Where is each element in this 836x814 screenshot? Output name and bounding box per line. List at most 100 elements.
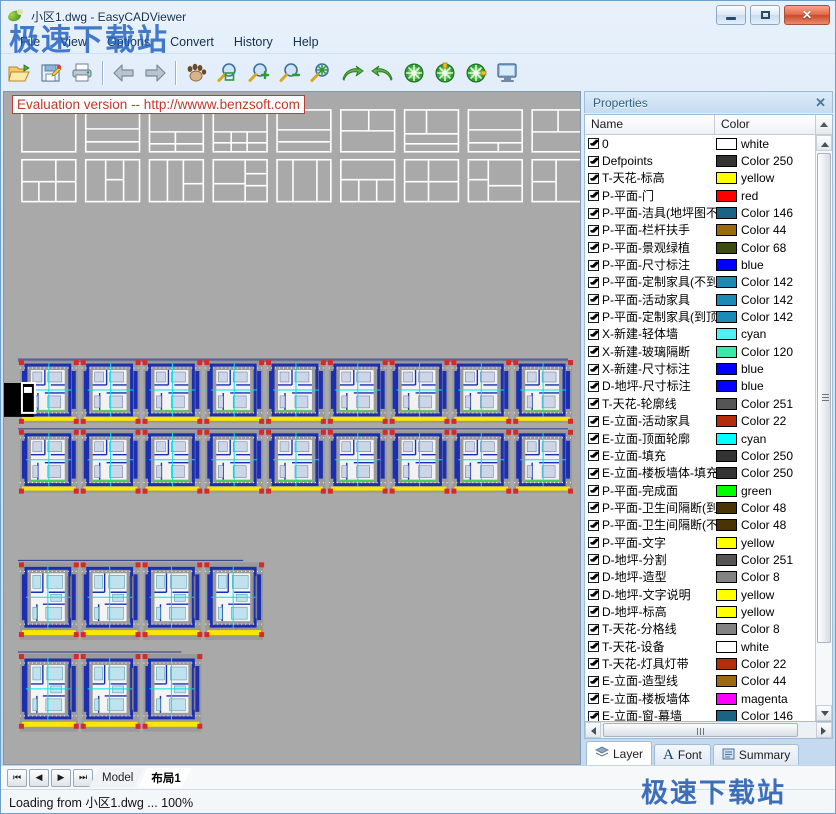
layer-color-swatch[interactable] bbox=[716, 710, 737, 721]
scroll-down-arrow[interactable] bbox=[816, 705, 832, 721]
minimize-button[interactable] bbox=[716, 5, 746, 25]
layer-visibility-checkbox[interactable] bbox=[588, 225, 599, 236]
layer-color-swatch[interactable] bbox=[716, 641, 737, 653]
layer-visibility-checkbox[interactable] bbox=[588, 711, 599, 721]
layer-visibility-checkbox[interactable] bbox=[588, 190, 599, 201]
layer-color-swatch[interactable] bbox=[716, 155, 737, 167]
layer-color-swatch[interactable] bbox=[716, 172, 737, 184]
layer-color-swatch[interactable] bbox=[716, 519, 737, 531]
layer-visibility-checkbox[interactable] bbox=[588, 260, 599, 271]
layer-horizontal-scrollbar[interactable] bbox=[584, 722, 833, 739]
zoom-out-icon[interactable] bbox=[275, 58, 305, 88]
layer-row[interactable]: P-平面-门red bbox=[585, 187, 815, 204]
tab-summary[interactable]: Summary bbox=[713, 744, 799, 765]
layer-row[interactable]: P-平面-活动家具Color 142 bbox=[585, 291, 815, 308]
layer-row[interactable]: D-地坪-造型Color 8 bbox=[585, 569, 815, 586]
layer-visibility-checkbox[interactable] bbox=[588, 676, 599, 687]
render-left-icon[interactable] bbox=[461, 58, 491, 88]
layer-visibility-checkbox[interactable] bbox=[588, 624, 599, 635]
layer-visibility-checkbox[interactable] bbox=[588, 173, 599, 184]
layer-visibility-checkbox[interactable] bbox=[588, 156, 599, 167]
layer-color-swatch[interactable] bbox=[716, 328, 737, 340]
first-sheet-button[interactable]: ⏮ bbox=[7, 769, 27, 787]
layer-row[interactable]: P-平面-栏杆扶手Color 44 bbox=[585, 222, 815, 239]
layer-color-swatch[interactable] bbox=[716, 294, 737, 306]
layer-visibility-checkbox[interactable] bbox=[588, 554, 599, 565]
layer-visibility-checkbox[interactable] bbox=[588, 537, 599, 548]
layer-visibility-checkbox[interactable] bbox=[588, 294, 599, 305]
layer-row[interactable]: T-天花-灯具灯带Color 22 bbox=[585, 655, 815, 672]
prev-sheet-button[interactable]: ◀ bbox=[29, 769, 49, 787]
layer-color-swatch[interactable] bbox=[716, 242, 737, 254]
layer-color-swatch[interactable] bbox=[716, 502, 737, 514]
layer-visibility-checkbox[interactable] bbox=[588, 364, 599, 375]
maximize-button[interactable] bbox=[750, 5, 780, 25]
layer-color-swatch[interactable] bbox=[716, 207, 737, 219]
layer-visibility-checkbox[interactable] bbox=[588, 450, 599, 461]
layer-row[interactable]: P-平面-洁具(地坪图不显示)Color 146 bbox=[585, 204, 815, 221]
layer-row[interactable]: E-立面-填充Color 250 bbox=[585, 447, 815, 464]
layer-color-swatch[interactable] bbox=[716, 589, 737, 601]
layer-row[interactable]: T-天花-分格线Color 8 bbox=[585, 621, 815, 638]
scroll-right-arrow[interactable] bbox=[816, 722, 832, 738]
layer-color-swatch[interactable] bbox=[716, 693, 737, 705]
hscroll-track[interactable] bbox=[601, 722, 816, 738]
layer-color-swatch[interactable] bbox=[716, 190, 737, 202]
layer-row[interactable]: T-天花-轮廓线Color 251 bbox=[585, 395, 815, 412]
layer-color-swatch[interactable] bbox=[716, 138, 737, 150]
layer-color-swatch[interactable] bbox=[716, 224, 737, 236]
zoom-window-icon[interactable] bbox=[213, 58, 243, 88]
layer-row[interactable]: P-平面-完成面green bbox=[585, 482, 815, 499]
zoom-in-icon[interactable] bbox=[244, 58, 274, 88]
layer-visibility-checkbox[interactable] bbox=[588, 346, 599, 357]
last-sheet-button[interactable]: ⏭ bbox=[73, 769, 93, 787]
menu-options[interactable]: Options bbox=[98, 33, 159, 51]
layer-visibility-checkbox[interactable] bbox=[588, 138, 599, 149]
menu-convert[interactable]: Convert bbox=[161, 33, 223, 51]
layer-visibility-checkbox[interactable] bbox=[588, 416, 599, 427]
close-button[interactable]: ✕ bbox=[784, 5, 830, 25]
close-icon[interactable]: ✕ bbox=[815, 96, 826, 109]
layer-row[interactable]: E-立面-活动家具Color 22 bbox=[585, 413, 815, 430]
column-header-color[interactable]: Color bbox=[715, 115, 815, 134]
pan-icon[interactable] bbox=[182, 58, 212, 88]
layer-color-swatch[interactable] bbox=[716, 259, 737, 271]
layer-row[interactable]: D-地坪-标高yellow bbox=[585, 603, 815, 620]
layer-row[interactable]: X-新建-尺寸标注blue bbox=[585, 360, 815, 377]
layer-row[interactable]: P-平面-文字yellow bbox=[585, 534, 815, 551]
layer-color-swatch[interactable] bbox=[716, 537, 737, 549]
scroll-thumb[interactable] bbox=[817, 153, 831, 643]
layer-row[interactable]: D-地坪-尺寸标注blue bbox=[585, 378, 815, 395]
layer-row[interactable]: X-新建-轻体墙cyan bbox=[585, 326, 815, 343]
layer-visibility-checkbox[interactable] bbox=[588, 242, 599, 253]
layer-visibility-checkbox[interactable] bbox=[588, 658, 599, 669]
layer-color-swatch[interactable] bbox=[716, 675, 737, 687]
tab-font[interactable]: A Font bbox=[654, 744, 711, 765]
render-top-icon[interactable] bbox=[430, 58, 460, 88]
forward-icon[interactable] bbox=[140, 58, 170, 88]
layer-row[interactable]: D-地坪-文字说明yellow bbox=[585, 586, 815, 603]
layer-visibility-checkbox[interactable] bbox=[588, 589, 599, 600]
layer-visibility-checkbox[interactable] bbox=[588, 468, 599, 479]
layer-row[interactable]: DefpointsColor 250 bbox=[585, 152, 815, 169]
menu-history[interactable]: History bbox=[225, 33, 282, 51]
layer-visibility-checkbox[interactable] bbox=[588, 312, 599, 323]
back-icon[interactable] bbox=[109, 58, 139, 88]
layer-visibility-checkbox[interactable] bbox=[588, 208, 599, 219]
undo-icon[interactable] bbox=[368, 58, 398, 88]
save-file-icon[interactable] bbox=[36, 58, 66, 88]
layer-row[interactable]: P-平面-尺寸标注blue bbox=[585, 256, 815, 273]
layer-color-swatch[interactable] bbox=[716, 380, 737, 392]
layer-color-swatch[interactable] bbox=[716, 606, 737, 618]
layer-visibility-checkbox[interactable] bbox=[588, 433, 599, 444]
layer-color-swatch[interactable] bbox=[716, 363, 737, 375]
layer-color-swatch[interactable] bbox=[716, 658, 737, 670]
layer-row[interactable]: E-立面-楼板墙体magenta bbox=[585, 690, 815, 707]
layer-row[interactable]: P-平面-定制家具(到顶)Color 142 bbox=[585, 308, 815, 325]
layer-row[interactable]: P-平面-卫生间隔断(不到顶)Color 48 bbox=[585, 517, 815, 534]
layer-row[interactable]: E-立面-楼板墙体-填充Color 250 bbox=[585, 465, 815, 482]
layer-visibility-checkbox[interactable] bbox=[588, 606, 599, 617]
layer-visibility-checkbox[interactable] bbox=[588, 572, 599, 583]
print-icon[interactable] bbox=[67, 58, 97, 88]
hscroll-thumb[interactable] bbox=[603, 723, 798, 737]
